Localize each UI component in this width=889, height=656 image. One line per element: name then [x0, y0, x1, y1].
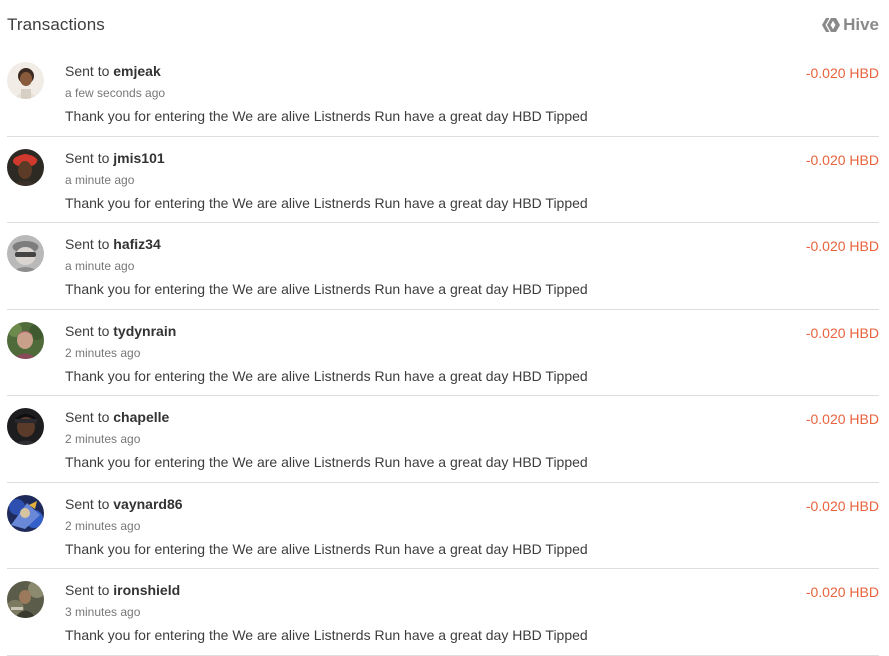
transaction-title: Sent to emjeak: [65, 63, 161, 79]
transaction-time: a few seconds ago: [65, 86, 166, 100]
transaction-title: Sent to vaynard86: [65, 496, 183, 512]
transaction-time: 3 minutes ago: [65, 605, 141, 619]
avatar[interactable]: [7, 148, 44, 186]
avatar[interactable]: [7, 321, 44, 359]
transaction-title: Sent to tydynrain: [65, 323, 176, 339]
transaction-title: Sent to jmis101: [65, 150, 165, 166]
transaction-prefix: Sent to: [65, 149, 110, 166]
transaction-amount: -0.020 HBD: [805, 65, 879, 81]
transaction-time: a minute ago: [65, 172, 135, 187]
transaction-memo: Thank you for entering the We are alive …: [65, 194, 588, 211]
transaction-title: Sent to hafiz34: [65, 236, 161, 252]
recipient-username[interactable]: chapelle: [113, 409, 169, 425]
recipient-username[interactable]: ironshield: [113, 582, 180, 598]
transaction-prefix: Sent to: [65, 582, 110, 598]
page-title: Transactions: [7, 15, 105, 34]
transaction-amount: -0.020 HBD: [805, 238, 879, 254]
transaction-row[interactable]: Sent to hafiz34 a minute ago Thank you f…: [7, 223, 879, 310]
transactions-header: Transactions Hive: [0, 0, 889, 50]
transaction-memo: Thank you for entering the We are alive …: [65, 108, 588, 124]
transaction-prefix: Sent to: [65, 409, 110, 425]
transaction-list: Sent to emjeak a few seconds ago Thank y…: [7, 50, 879, 656]
avatar[interactable]: [7, 494, 44, 532]
transaction-prefix: Sent to: [65, 322, 110, 339]
transaction-time: 2 minutes ago: [65, 518, 141, 533]
avatar[interactable]: [7, 62, 44, 99]
transaction-memo: Thank you for entering the We are alive …: [65, 627, 588, 643]
transaction-row[interactable]: Sent to vaynard86 2 minutes ago Thank yo…: [7, 483, 879, 569]
transaction-row[interactable]: Sent to chapelle 2 minutes ago Thank you…: [7, 396, 879, 483]
recipient-username[interactable]: jmis101: [113, 150, 164, 166]
transaction-memo: Thank you for entering the We are alive …: [65, 540, 588, 557]
transaction-title: Sent to ironshield: [65, 582, 180, 598]
recipient-username[interactable]: emjeak: [113, 63, 160, 79]
hive-logo-icon: [822, 17, 841, 33]
transaction-row[interactable]: Sent to emjeak a few seconds ago Thank y…: [7, 50, 879, 137]
transaction-time: 2 minutes ago: [65, 345, 141, 360]
recipient-username[interactable]: vaynard86: [113, 496, 182, 512]
transaction-row[interactable]: Sent to tydynrain 2 minutes ago Thank yo…: [7, 310, 879, 396]
transaction-memo: Thank you for entering the We are alive …: [65, 281, 588, 297]
transaction-amount: -0.020 HBD: [805, 584, 879, 600]
avatar[interactable]: [7, 235, 44, 272]
transaction-row[interactable]: Sent to jmis101 a minute ago Thank you f…: [7, 137, 879, 223]
transaction-prefix: Sent to: [65, 63, 110, 79]
transaction-prefix: Sent to: [65, 236, 110, 252]
recipient-username[interactable]: hafiz34: [113, 236, 160, 252]
transaction-memo: Thank you for entering the We are alive …: [65, 367, 588, 384]
recipient-username[interactable]: tydynrain: [113, 323, 176, 339]
hive-brand-label: Hive: [843, 15, 879, 34]
transaction-memo: Thank you for entering the We are alive …: [65, 454, 588, 470]
transaction-amount: -0.020 HBD: [805, 411, 879, 427]
transaction-time: a minute ago: [65, 259, 135, 273]
transaction-title: Sent to chapelle: [65, 409, 169, 425]
transaction-row[interactable]: Sent to ironshield 3 minutes ago Thank y…: [7, 569, 879, 656]
transaction-amount: -0.020 HBD: [805, 324, 879, 341]
hive-brand[interactable]: Hive: [822, 15, 879, 35]
avatar[interactable]: [7, 581, 44, 618]
transaction-amount: -0.020 HBD: [805, 497, 879, 514]
transaction-time: 2 minutes ago: [65, 432, 141, 446]
transaction-amount: -0.020 HBD: [805, 151, 879, 168]
transaction-prefix: Sent to: [65, 495, 110, 512]
avatar[interactable]: [7, 408, 44, 445]
transactions-panel: Transactions Hive Sent to emjeak a few s…: [0, 0, 889, 656]
